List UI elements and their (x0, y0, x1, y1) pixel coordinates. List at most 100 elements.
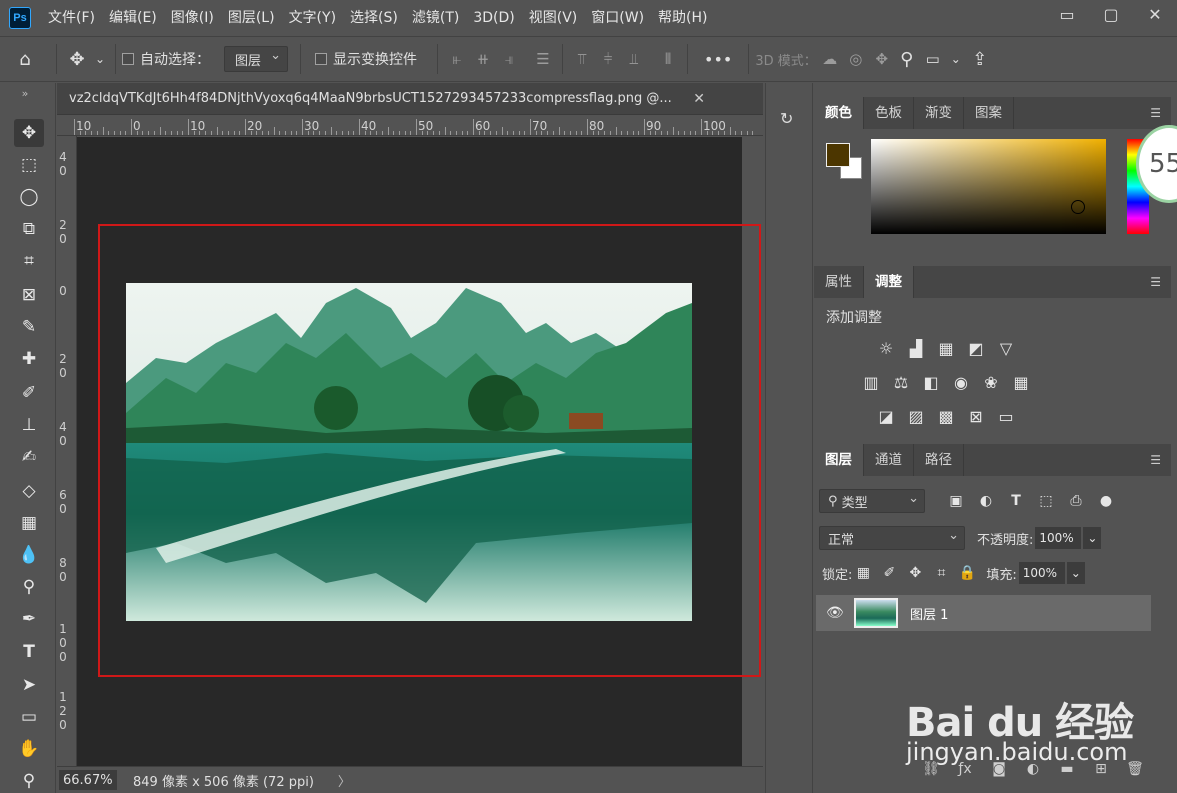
selective-color-icon[interactable]: ⊠ (964, 404, 988, 428)
menu-help[interactable]: 帮助(H) (651, 0, 714, 36)
chevron-down-icon[interactable]: ⌄ (947, 44, 965, 74)
workspace-icon[interactable]: ▭ (919, 44, 947, 74)
type-tool-icon[interactable]: T (14, 638, 44, 666)
color-picker-cursor[interactable] (1071, 200, 1085, 214)
hand-tool-icon[interactable]: ✋ (14, 735, 44, 763)
menu-layer[interactable]: 图层(L) (221, 0, 282, 36)
menu-view[interactable]: 视图(V) (522, 0, 585, 36)
panel-menu-icon[interactable]: ☰ (1150, 453, 1161, 467)
roll-3d-icon[interactable]: ◎ (843, 44, 869, 74)
tab-gradients[interactable]: 渐变 (914, 97, 964, 129)
crop-tool-icon[interactable]: ⌗ (14, 247, 44, 275)
distribute-vertical-icon[interactable]: ⦀ (655, 44, 681, 74)
filter-adjustment-icon[interactable]: ◐ (975, 493, 997, 509)
rectangle-tool-icon[interactable]: ▭ (14, 703, 44, 731)
restore-button[interactable]: ▢ (1089, 0, 1133, 28)
visibility-eye-icon[interactable]: 👁 (826, 605, 844, 621)
eyedropper-tool-icon[interactable]: ✎ (14, 313, 44, 341)
channel-mixer-icon[interactable]: ❀ (979, 370, 1003, 394)
move-tool-icon[interactable]: ✥ (14, 119, 44, 147)
clone-stamp-tool-icon[interactable]: ⊥ (14, 411, 44, 439)
brightness-icon[interactable]: ☼ (874, 336, 898, 360)
menu-file[interactable]: 文件(F) (41, 0, 102, 36)
filter-smart-object-icon[interactable]: ⎙ (1065, 493, 1087, 509)
filter-shape-icon[interactable]: ⬚ (1035, 493, 1057, 509)
show-transform-checkbox[interactable] (315, 53, 327, 65)
lock-position-icon[interactable]: ✥ (904, 565, 926, 581)
eraser-tool-icon[interactable]: ◇ (14, 477, 44, 505)
tab-patterns[interactable]: 图案 (964, 97, 1014, 129)
exposure-icon[interactable]: ◩ (964, 336, 988, 360)
menu-image[interactable]: 图像(I) (164, 0, 221, 36)
align-top-icon[interactable]: ⫪ (569, 44, 595, 74)
chevron-right-icon[interactable]: 〉 (338, 771, 351, 790)
gradient-map-icon[interactable]: ▭ (994, 404, 1018, 428)
tab-paths[interactable]: 路径 (914, 444, 964, 476)
align-right-icon[interactable]: ⫣ (496, 44, 522, 74)
fill-field[interactable]: 100% (1018, 562, 1065, 584)
photo-filter-icon[interactable]: ◉ (949, 370, 973, 394)
lock-all-icon[interactable]: 🔒 (956, 565, 978, 581)
search-icon[interactable]: ⚲ (895, 44, 919, 74)
vibrance-icon[interactable]: ▽ (994, 336, 1018, 360)
marquee-tool-icon[interactable]: ⬚ (14, 151, 44, 179)
filter-toggle-icon[interactable]: ● (1095, 493, 1117, 509)
pan-3d-icon[interactable]: ✥ (869, 44, 895, 74)
posterize-icon[interactable]: ▨ (904, 404, 928, 428)
layer-style-icon[interactable]: ƒx (948, 761, 982, 777)
color-field[interactable] (871, 139, 1106, 234)
black-white-icon[interactable]: ◧ (919, 370, 943, 394)
threshold-icon[interactable]: ▩ (934, 404, 958, 428)
new-group-icon[interactable]: ▬ (1050, 761, 1084, 777)
blur-tool-icon[interactable]: 💧 (14, 541, 44, 569)
panel-menu-icon[interactable]: ☰ (1150, 275, 1161, 289)
frame-tool-icon[interactable]: ⊠ (14, 281, 44, 309)
object-select-tool-icon[interactable]: ⧉ (14, 215, 44, 243)
move-tool-icon[interactable]: ✥ (63, 44, 91, 74)
chevron-down-icon[interactable]: ⌄ (1083, 527, 1102, 549)
home-icon[interactable]: ⌂ (0, 44, 50, 74)
lock-transparent-icon[interactable]: ▦ (852, 565, 874, 581)
menu-select[interactable]: 选择(S) (343, 0, 405, 36)
layer-filter-dropdown[interactable]: ⚲ 类型 (819, 489, 925, 513)
menu-3d[interactable]: 3D(D) (466, 0, 521, 36)
brush-tool-icon[interactable]: ✐ (14, 379, 44, 407)
invert-icon[interactable]: ◪ (874, 404, 898, 428)
blend-mode-dropdown[interactable]: 正常 (819, 526, 965, 550)
opacity-field[interactable]: 100% (1035, 527, 1082, 549)
menu-type[interactable]: 文字(Y) (282, 0, 343, 36)
new-adjustment-icon[interactable]: ◐ (1016, 761, 1050, 777)
menu-window[interactable]: 窗口(W) (584, 0, 651, 36)
more-options[interactable]: ••• (704, 50, 732, 69)
tab-channels[interactable]: 通道 (864, 444, 914, 476)
auto-select-dropdown[interactable]: 图层 (224, 46, 288, 72)
minimize-button[interactable]: ▭ (1045, 0, 1089, 28)
levels-icon[interactable]: ▟ (904, 336, 928, 360)
close-button[interactable]: ✕ (1133, 0, 1177, 28)
menu-edit[interactable]: 编辑(E) (102, 0, 164, 36)
tab-swatches[interactable]: 色板 (864, 97, 914, 129)
history-icon[interactable]: ↻ (780, 109, 800, 133)
align-center-icon[interactable]: ⧺ (470, 44, 496, 74)
zoom-tool-icon[interactable]: ⚲ (14, 767, 44, 793)
lasso-tool-icon[interactable]: ◯ (14, 183, 44, 211)
healing-brush-tool-icon[interactable]: ✚ (14, 345, 44, 373)
tab-adjustments[interactable]: 调整 (864, 266, 914, 298)
collapse-icon[interactable]: » (10, 87, 40, 100)
align-left-icon[interactable]: ⫦ (444, 44, 470, 74)
chevron-down-icon[interactable]: ⌄ (1066, 562, 1085, 584)
link-layers-icon[interactable]: ⛓ (914, 761, 948, 777)
new-layer-icon[interactable]: ⊞ (1084, 761, 1118, 777)
zoom-field[interactable]: 66.67% (59, 770, 117, 790)
filter-type-icon[interactable]: T (1005, 493, 1027, 509)
align-middle-icon[interactable]: ⫩ (595, 44, 621, 74)
distribute-horizontal-icon[interactable]: ☰ (530, 44, 556, 74)
history-brush-tool-icon[interactable]: ✍ (14, 443, 44, 471)
close-icon[interactable]: ✕ (693, 91, 705, 107)
auto-select-checkbox[interactable] (122, 53, 134, 65)
layer-item[interactable]: 👁 图层 1 (816, 595, 1151, 631)
orbit-3d-icon[interactable]: ☁ (817, 44, 843, 74)
color-balance-icon[interactable]: ⚖ (889, 370, 913, 394)
curves-icon[interactable]: ▦ (934, 336, 958, 360)
chevron-down-icon[interactable]: ⌄ (91, 44, 109, 74)
